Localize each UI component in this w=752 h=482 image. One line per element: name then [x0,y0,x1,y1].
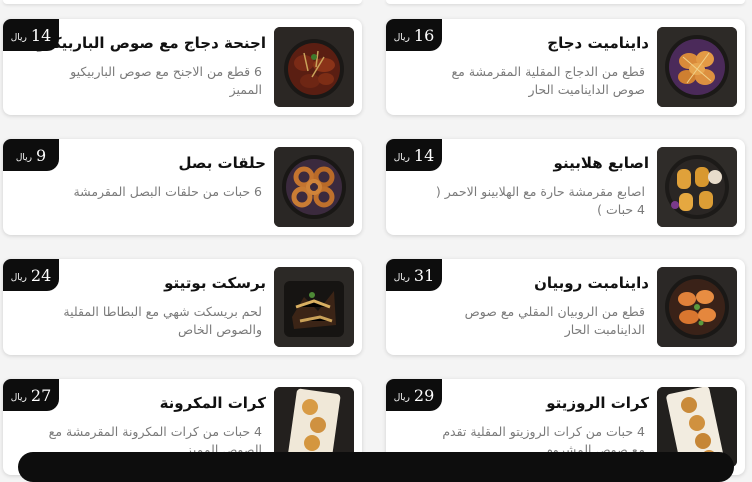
dynamite-chicken-photo [657,27,737,107]
item-description: اصابع مقرمشة حارة مع الهلابينو الاحمر ( … [435,184,645,217]
currency-label: ريال [393,32,410,43]
price-value: 16 [413,25,435,45]
price-badge: ريال 16 [386,19,442,51]
currency-label: ريال [393,152,410,163]
price-value: 14 [413,145,435,165]
menu-item-card[interactable]: حلقات بصل 6 حبات من حلقات البصل المقرمشة… [3,139,362,235]
item-name: داينامبت روبيان [534,274,649,292]
previous-card-edge [3,0,362,4]
menu-item-card[interactable]: دايناميت دجاج قطع من الدجاج المقلية المق… [386,19,745,115]
item-name: برسكت بوتيتو [164,274,266,292]
price-badge: ريال 31 [386,259,442,291]
bottom-bar[interactable] [18,452,734,482]
bbq-wings-photo [274,27,354,107]
price-badge: ريال 14 [386,139,442,171]
item-description: قطع من الروبيان المقلي مع صوص الداينامبت… [464,304,645,337]
menu-item-card[interactable]: اصابع هلابينو اصابع مقرمشة حارة مع الهلا… [386,139,745,235]
menu-item-card[interactable]: برسكت بوتيتو لحم بريسكت شهي مع البطاطا ا… [3,259,362,355]
price-value: 29 [413,385,435,405]
price-badge: ريال 9 [3,139,59,171]
currency-label: ريال [10,392,27,403]
currency-label: ريال [393,272,410,283]
currency-label: ريال [393,392,410,403]
item-description: قطع من الدجاج المقلية المقرمشة مع صوص ال… [451,64,645,97]
item-name: اصابع هلابينو [553,154,649,172]
item-description: 6 قطع من الاجنح مع صوص الباربيكيو المميز [70,64,262,97]
menu-item-card[interactable]: داينامبت روبيان قطع من الروبيان المقلي م… [386,259,745,355]
price-value: 27 [30,385,52,405]
item-name: كرات المكرونة [159,394,266,412]
dynamite-shrimp-photo [657,267,737,347]
price-badge: ريال 24 [3,259,59,291]
price-value: 24 [30,265,52,285]
brisket-potato-photo [274,267,354,347]
item-name: دايناميت دجاج [547,34,649,52]
price-badge: ريال 27 [3,379,59,411]
jalapeno-fingers-photo [657,147,737,227]
item-name: اجنحة دجاج مع صوص الباربيكيو [37,34,266,52]
price-value: 9 [35,145,47,165]
item-description: 6 حبات من حلقات البصل المقرمشة [73,184,262,199]
currency-label: ريال [10,32,27,43]
onion-rings-photo [274,147,354,227]
price-value: 31 [413,265,435,285]
item-description: لحم بريسكت شهي مع البطاطا المقلية والصوص… [63,304,262,337]
previous-card-edge [386,0,745,4]
item-name: حلقات بصل [178,154,266,172]
currency-label: ريال [10,272,27,283]
currency-label: ريال [15,152,32,163]
price-badge: ريال 14 [3,19,59,51]
price-badge: ريال 29 [386,379,442,411]
item-name: كرات الروزيتو [546,394,649,412]
price-value: 14 [30,25,52,45]
menu-item-card[interactable]: اجنحة دجاج مع صوص الباربيكيو 6 قطع من ال… [3,19,362,115]
